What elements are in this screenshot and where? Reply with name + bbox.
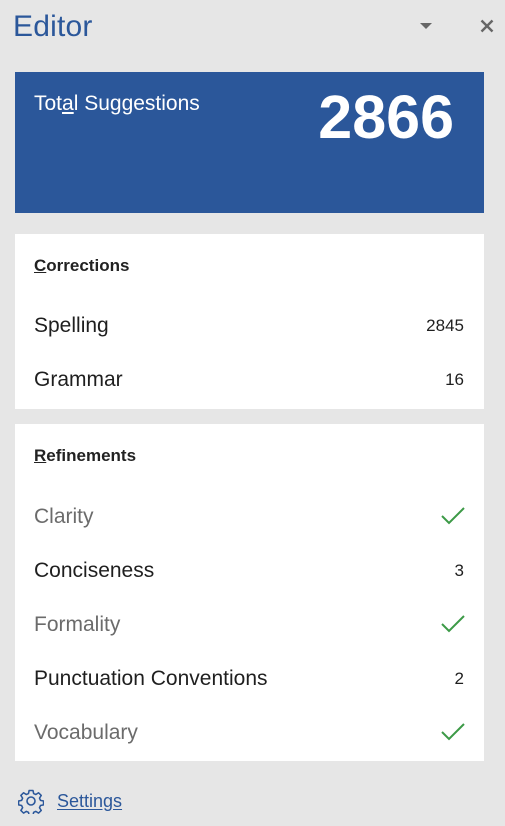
refinement-row-vocabulary[interactable]: Vocabulary bbox=[15, 706, 484, 760]
refinement-count: 3 bbox=[454, 561, 464, 580]
corrections-heading-accesskey: C bbox=[34, 256, 47, 275]
refinement-label: Punctuation Conventions bbox=[34, 667, 268, 690]
corrections-heading: Corrections bbox=[34, 256, 129, 276]
pane-options-button[interactable] bbox=[412, 12, 440, 40]
total-suggestions-value: 2866 bbox=[318, 83, 454, 151]
close-icon bbox=[480, 19, 494, 33]
refinement-row-punctuation[interactable]: Punctuation Conventions 2 bbox=[15, 652, 484, 706]
chevron-down-icon bbox=[420, 23, 432, 29]
total-label-part2: l Suggestions bbox=[73, 92, 200, 115]
refinement-label: Conciseness bbox=[34, 559, 155, 582]
correction-label: Grammar bbox=[34, 368, 123, 391]
refinement-row-clarity[interactable]: Clarity bbox=[15, 490, 484, 544]
refinement-label: Vocabulary bbox=[34, 721, 138, 744]
total-suggestions-card[interactable]: Total Suggestions 2866 bbox=[15, 72, 484, 213]
correction-row-grammar[interactable]: Grammar 16 bbox=[15, 353, 484, 407]
checkmark-icon bbox=[441, 723, 465, 741]
close-pane-button[interactable] bbox=[473, 12, 501, 40]
gear-icon bbox=[18, 789, 44, 814]
total-label-part1: Tot bbox=[34, 92, 63, 115]
refinements-heading-rest: efinements bbox=[46, 446, 137, 465]
pane-header: Editor bbox=[0, 0, 505, 60]
settings-label: Settings bbox=[57, 790, 123, 811]
total-suggestions-label: Total Suggestions bbox=[34, 92, 200, 116]
pane-title: Editor bbox=[13, 10, 93, 43]
refinements-card: Refinements Clarity Conciseness 3 Formal… bbox=[15, 424, 484, 761]
correction-label: Spelling bbox=[34, 314, 109, 337]
correction-row-spelling[interactable]: Spelling 2845 bbox=[15, 299, 484, 353]
correction-count: 2845 bbox=[426, 316, 464, 335]
refinement-row-conciseness[interactable]: Conciseness 3 bbox=[15, 544, 484, 598]
refinement-label: Formality bbox=[34, 613, 121, 636]
corrections-card: Corrections Spelling 2845 Grammar 16 bbox=[15, 234, 484, 409]
corrections-heading-rest: orrections bbox=[46, 256, 130, 275]
checkmark-icon bbox=[441, 615, 465, 633]
refinements-heading: Refinements bbox=[34, 446, 136, 466]
checkmark-icon bbox=[441, 507, 465, 525]
settings-link[interactable]: Settings bbox=[18, 787, 122, 815]
correction-count: 16 bbox=[445, 370, 464, 389]
refinement-count: 2 bbox=[454, 669, 464, 688]
refinement-row-formality[interactable]: Formality bbox=[15, 598, 484, 652]
refinement-label: Clarity bbox=[34, 505, 94, 528]
refinements-heading-accesskey: R bbox=[34, 446, 47, 465]
total-label-accesskey: a bbox=[62, 92, 74, 115]
